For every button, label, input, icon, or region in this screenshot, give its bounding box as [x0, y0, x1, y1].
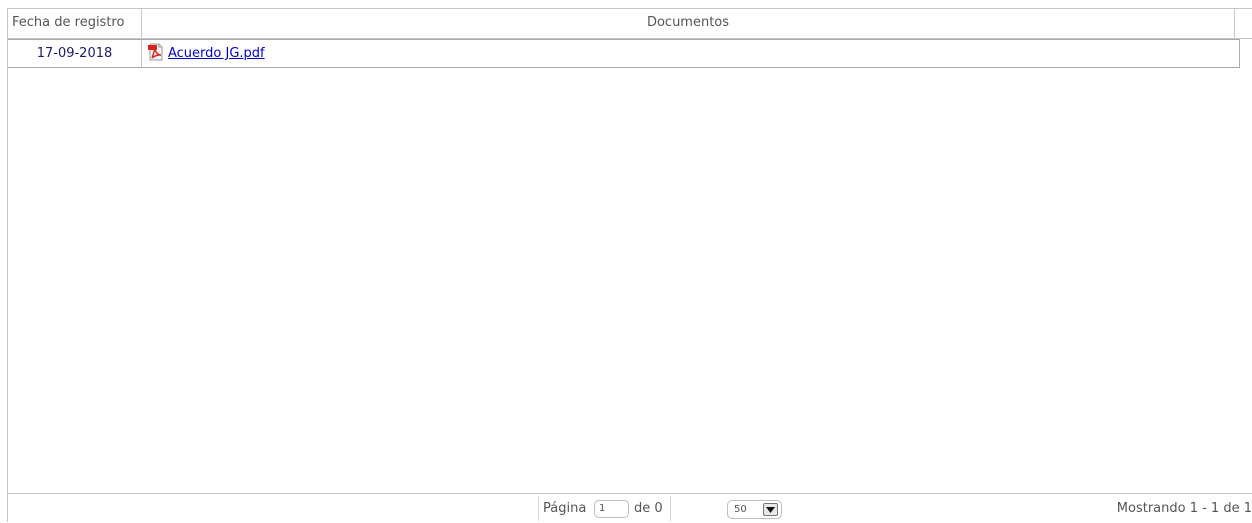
pager-separator: [670, 496, 671, 521]
records-info: Mostrando 1 - 1 de 1: [1116, 501, 1252, 516]
page-size-select[interactable]: 50: [727, 500, 782, 519]
page-total-label: de 0: [634, 501, 663, 516]
column-header-documentos[interactable]: Documentos: [142, 9, 1235, 38]
grid-header: Fecha de registro Documentos: [8, 9, 1252, 39]
row-document: Acuerdo JG.pdf: [142, 40, 265, 67]
page-label: Página: [543, 501, 587, 516]
documents-grid: Fecha de registro Documentos 17-09-2018 …: [7, 8, 1252, 522]
row-date: 17-09-2018: [8, 40, 142, 67]
document-link[interactable]: Acuerdo JG.pdf: [168, 46, 265, 61]
pdf-icon: [147, 43, 165, 61]
dropdown-arrow-icon[interactable]: [763, 503, 778, 516]
pager-separator: [538, 496, 539, 521]
column-header-fecha[interactable]: Fecha de registro: [8, 9, 142, 38]
page-number-input[interactable]: 1: [594, 500, 629, 518]
page-size-value: 50: [734, 504, 747, 515]
table-row[interactable]: 17-09-2018 Acuerdo JG.pdf: [8, 39, 1240, 68]
pager-bar: Página 1 de 0 50 Mostrando 1 - 1 de 1: [7, 493, 1252, 522]
